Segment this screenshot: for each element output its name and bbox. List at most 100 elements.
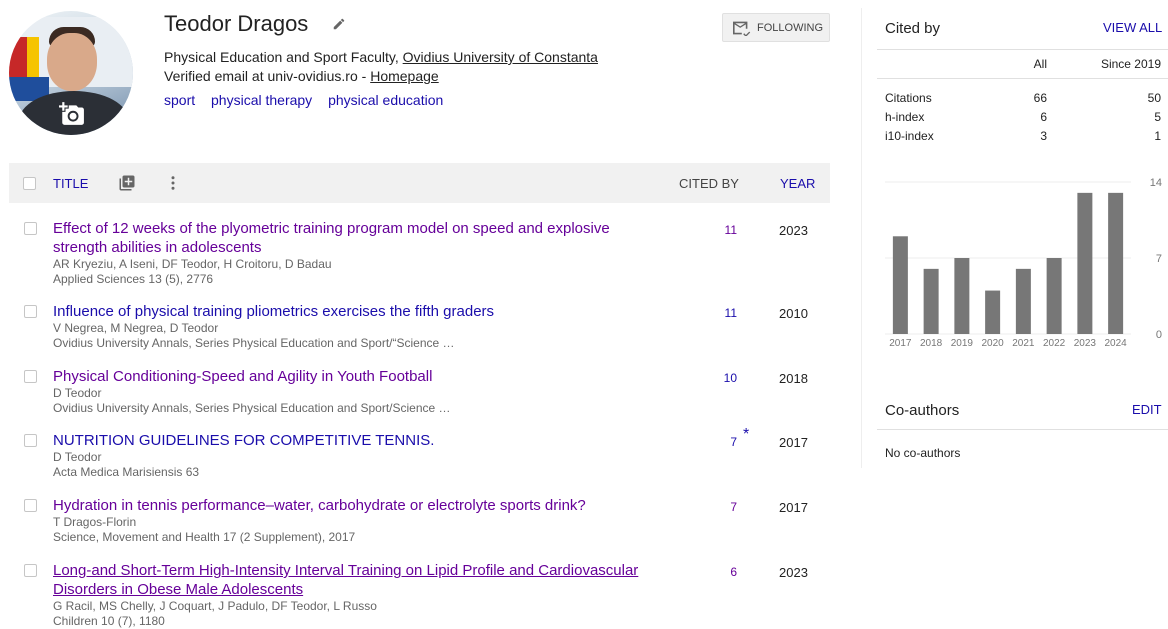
x-tick-label: 2022	[1043, 338, 1066, 349]
stat-label: h-index	[885, 110, 925, 124]
article-year: 2023	[779, 565, 808, 580]
chart-bar-2022[interactable]	[1046, 258, 1062, 334]
row-checkbox[interactable]	[24, 564, 37, 577]
sort-by-title-header[interactable]: TITLE	[53, 176, 88, 191]
cited-by-count-link[interactable]: 11	[689, 223, 737, 237]
more-vert-icon[interactable]	[169, 174, 177, 192]
col-since-header: Since 2019	[1100, 57, 1161, 71]
row-checkbox[interactable]	[24, 370, 37, 383]
interest-link-sport[interactable]: sport	[164, 92, 195, 108]
x-tick-label: 2017	[889, 338, 912, 349]
cited-by-count-link[interactable]: 6	[689, 565, 737, 579]
col-all-header: All	[1033, 57, 1047, 71]
article-year: 2017	[779, 500, 808, 515]
article-title-link[interactable]: Effect of 12 weeks of the plyometric tra…	[53, 219, 663, 257]
article-title-link[interactable]: Physical Conditioning-Speed and Agility …	[53, 367, 663, 386]
article-year: 2023	[779, 223, 808, 238]
chart-bar-2024[interactable]	[1108, 192, 1124, 334]
article-year: 2017	[779, 435, 808, 450]
y-tick-label: 0	[1156, 329, 1162, 341]
divider	[877, 49, 1168, 50]
cited-by-count-link[interactable]: 7	[689, 435, 737, 449]
chart-bar-2023[interactable]	[1077, 192, 1093, 334]
citations-per-year-chart[interactable]: 0 7 14 2017 2018 2019 2020 2021 2022 2023 2024	[877, 172, 1168, 352]
article-year: 2018	[779, 371, 808, 386]
cited-by-heading: Cited by	[885, 20, 941, 37]
stats-row-h-index: h-index 6 5	[885, 110, 1161, 124]
add-article-icon[interactable]	[118, 174, 136, 192]
follow-label: FOLLOWING	[757, 21, 824, 34]
cited-by-count-link[interactable]: 11	[689, 306, 737, 320]
article-authors: D Teodor	[53, 386, 102, 400]
chart-bar-2021[interactable]	[1015, 268, 1031, 334]
article-venue: Acta Medica Marisiensis 63	[53, 465, 200, 479]
profile-name: Teodor Dragos	[164, 11, 309, 36]
coauthors-heading: Co-authors	[885, 402, 960, 419]
stat-all: 3	[1040, 129, 1047, 143]
chart-bar-2020[interactable]	[985, 290, 1001, 334]
stat-label: Citations	[885, 91, 932, 105]
x-tick-label: 2018	[920, 338, 943, 349]
stat-since: 1	[1154, 129, 1161, 143]
coauthors-edit-link[interactable]: EDIT	[1132, 402, 1162, 417]
article-venue: Ovidius University Annals, Series Physic…	[53, 401, 451, 415]
select-all-checkbox[interactable]	[23, 177, 36, 190]
affiliation: Physical Education and Sport Faculty, Ov…	[164, 49, 598, 65]
article-venue: Science, Movement and Health 17 (2 Suppl…	[53, 530, 356, 544]
stat-label: i10-index	[885, 129, 934, 143]
article-venue: Ovidius University Annals, Series Physic…	[53, 336, 455, 350]
view-all-link[interactable]: VIEW ALL	[1103, 20, 1162, 35]
affiliation-prefix: Physical Education and Sport Faculty,	[164, 49, 403, 65]
article-title-link[interactable]: Long-and Short-Term High-Intensity Inter…	[53, 561, 663, 599]
article-title-link[interactable]: Hydration in tennis performance–water, c…	[53, 496, 663, 515]
x-tick-label: 2023	[1074, 338, 1097, 349]
interest-link-physical-therapy[interactable]: physical therapy	[211, 92, 312, 108]
add-photo-icon[interactable]	[59, 101, 85, 127]
row-checkbox[interactable]	[24, 499, 37, 512]
sort-by-year-header[interactable]: YEAR	[780, 176, 815, 191]
row-checkbox[interactable]	[24, 222, 37, 235]
article-authors: G Racil, MS Chelly, J Coquart, J Padulo,…	[53, 599, 377, 613]
interest-link-physical-education[interactable]: physical education	[328, 92, 443, 108]
homepage-link[interactable]: Homepage	[370, 68, 439, 84]
interests: sport physical therapy physical educatio…	[164, 92, 455, 108]
chart-bar-2019[interactable]	[954, 258, 970, 334]
stat-all: 66	[1033, 91, 1047, 105]
article-title-link[interactable]: NUTRITION GUIDELINES FOR COMPETITIVE TEN…	[53, 431, 663, 450]
divider	[877, 429, 1168, 430]
verified-prefix: Verified email at univ-ovidius.ro -	[164, 68, 371, 84]
affiliation-link[interactable]: Ovidius University of Constanta	[403, 49, 598, 65]
no-coauthors-text: No co-authors	[885, 446, 961, 460]
cited-by-count-link[interactable]: 10	[689, 371, 737, 385]
avatar-flag-red	[9, 37, 27, 77]
stat-since: 5	[1154, 110, 1161, 124]
article-title-link[interactable]: Influence of physical training pliometri…	[53, 302, 663, 321]
avatar-flag-yellow	[27, 37, 39, 77]
divider	[877, 78, 1168, 79]
cited-by-header[interactable]: CITED BY	[679, 176, 739, 191]
row-checkbox[interactable]	[24, 305, 37, 318]
y-tick-label: 14	[1150, 177, 1162, 189]
row-checkbox[interactable]	[24, 434, 37, 447]
envelope-check-icon	[733, 21, 751, 36]
cited-by-count-link[interactable]: 7	[689, 500, 737, 514]
column-divider	[861, 8, 862, 468]
stat-all: 6	[1040, 110, 1047, 124]
chart-bar-2017[interactable]	[892, 236, 908, 334]
follow-button[interactable]: FOLLOWING	[722, 13, 830, 42]
x-tick-label: 2020	[982, 338, 1005, 349]
article-authors: V Negrea, M Negrea, D Teodor	[53, 321, 219, 335]
edit-pencil-icon[interactable]	[332, 17, 346, 31]
x-tick-label: 2024	[1105, 338, 1128, 349]
x-tick-label: 2021	[1012, 338, 1035, 349]
y-tick-label: 7	[1156, 253, 1162, 265]
profile-avatar[interactable]	[9, 11, 133, 135]
x-tick-label: 2019	[951, 338, 974, 349]
chart-bar-2018[interactable]	[923, 268, 939, 334]
article-year: 2010	[779, 306, 808, 321]
stat-since: 50	[1147, 91, 1161, 105]
avatar-face	[47, 33, 97, 91]
verified-email: Verified email at univ-ovidius.ro - Home…	[164, 68, 439, 84]
article-venue: Applied Sciences 13 (5), 2776	[53, 272, 214, 286]
merged-citations-star[interactable]: *	[743, 426, 749, 444]
